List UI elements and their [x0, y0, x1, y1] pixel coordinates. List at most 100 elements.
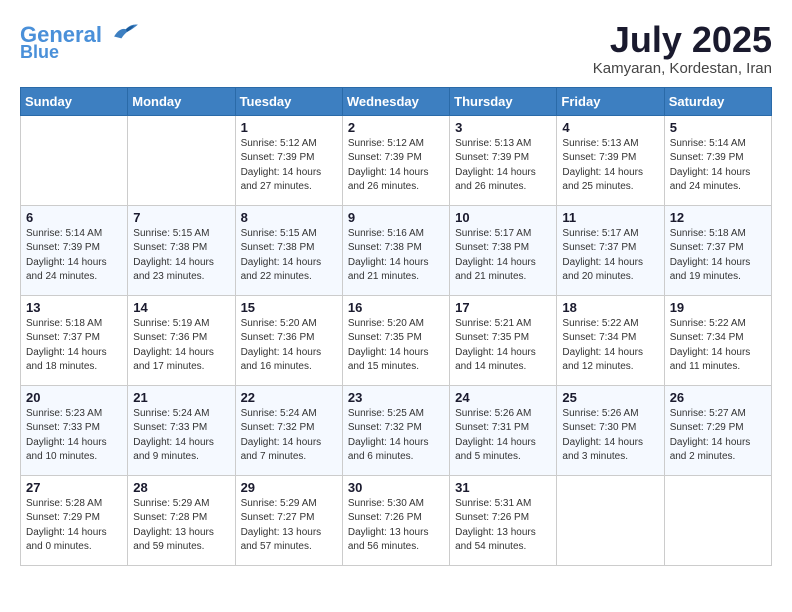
day-info: Sunrise: 5:15 AM Sunset: 7:38 PM Dayligh…: [241, 227, 337, 285]
calendar-cell: 25 Sunrise: 5:26 AM Sunset: 7:30 PM Dayli…: [557, 385, 664, 475]
day-number: 19: [670, 300, 766, 315]
location-subtitle: Kamyaran, Kordestan, Iran: [593, 60, 772, 77]
calendar-cell: [557, 475, 664, 565]
calendar-week-row: 20Sunrise: 5:23 AM Sunset: 7:33 PM Dayli…: [21, 385, 772, 475]
day-info: Sunrise: 5:13 AM Sunset: 7:39 PM Dayligh…: [562, 137, 658, 195]
day-info: Sunrise: 5:25 AM Sunset: 7:32 PM Dayligh…: [348, 407, 444, 465]
calendar-cell: 29 Sunrise: 5:29 AM Sunset: 7:27 PM Dayli…: [235, 475, 342, 565]
calendar-cell: 7 Sunrise: 5:15 AM Sunset: 7:38 PM Daylig…: [128, 205, 235, 295]
calendar-cell: 6 Sunrise: 5:14 AM Sunset: 7:39 PM Daylig…: [21, 205, 128, 295]
calendar-cell: 9Sunrise: 5:16 AM Sunset: 7:38 PM Daylig…: [342, 205, 449, 295]
calendar-cell: 19Sunrise: 5:22 AM Sunset: 7:34 PM Dayli…: [664, 295, 771, 385]
day-info: Sunrise: 5:17 AM Sunset: 7:37 PM Dayligh…: [562, 227, 658, 285]
day-number: 28: [133, 480, 229, 495]
day-number: 4: [562, 120, 658, 135]
calendar-cell: 26Sunrise: 5:27 AM Sunset: 7:29 PM Dayli…: [664, 385, 771, 475]
calendar-cell: 17 Sunrise: 5:21 AM Sunset: 7:35 PM Dayli…: [450, 295, 557, 385]
calendar-cell: 12 Sunrise: 5:18 AM Sunset: 7:37 PM Dayli…: [664, 205, 771, 295]
col-header-thursday: Thursday: [450, 87, 557, 115]
calendar-table: SundayMondayTuesdayWednesdayThursdayFrid…: [20, 87, 772, 566]
logo-bird-icon: [112, 20, 140, 42]
day-info: Sunrise: 5:28 AM Sunset: 7:29 PM Dayligh…: [26, 497, 122, 555]
day-number: 6: [26, 210, 122, 225]
calendar-cell: 24 Sunrise: 5:26 AM Sunset: 7:31 PM Dayli…: [450, 385, 557, 475]
col-header-monday: Monday: [128, 87, 235, 115]
calendar-cell: [21, 115, 128, 205]
day-info: Sunrise: 5:29 AM Sunset: 7:28 PM Dayligh…: [133, 497, 229, 555]
calendar-cell: 22Sunrise: 5:24 AM Sunset: 7:32 PM Dayli…: [235, 385, 342, 475]
calendar-cell: 5 Sunrise: 5:14 AM Sunset: 7:39 PM Daylig…: [664, 115, 771, 205]
calendar-cell: 13Sunrise: 5:18 AM Sunset: 7:37 PM Dayli…: [21, 295, 128, 385]
calendar-cell: 28 Sunrise: 5:29 AM Sunset: 7:28 PM Dayli…: [128, 475, 235, 565]
calendar-week-row: 13Sunrise: 5:18 AM Sunset: 7:37 PM Dayli…: [21, 295, 772, 385]
calendar-cell: 10 Sunrise: 5:17 AM Sunset: 7:38 PM Dayli…: [450, 205, 557, 295]
calendar-cell: 8 Sunrise: 5:15 AM Sunset: 7:38 PM Daylig…: [235, 205, 342, 295]
day-info: Sunrise: 5:27 AM Sunset: 7:29 PM Dayligh…: [670, 407, 766, 465]
calendar-cell: 23 Sunrise: 5:25 AM Sunset: 7:32 PM Dayli…: [342, 385, 449, 475]
calendar-week-row: 6 Sunrise: 5:14 AM Sunset: 7:39 PM Daylig…: [21, 205, 772, 295]
day-info: Sunrise: 5:20 AM Sunset: 7:36 PM Dayligh…: [241, 317, 337, 375]
day-number: 24: [455, 390, 551, 405]
calendar-cell: 3 Sunrise: 5:13 AM Sunset: 7:39 PM Daylig…: [450, 115, 557, 205]
calendar-cell: [128, 115, 235, 205]
page-header: General Blue July 2025 Kamyaran, Kordest…: [20, 20, 772, 77]
day-number: 16: [348, 300, 444, 315]
calendar-cell: 11Sunrise: 5:17 AM Sunset: 7:37 PM Dayli…: [557, 205, 664, 295]
calendar-cell: 18Sunrise: 5:22 AM Sunset: 7:34 PM Dayli…: [557, 295, 664, 385]
calendar-cell: 30 Sunrise: 5:30 AM Sunset: 7:26 PM Dayli…: [342, 475, 449, 565]
day-info: Sunrise: 5:16 AM Sunset: 7:38 PM Dayligh…: [348, 227, 444, 285]
calendar-cell: 21 Sunrise: 5:24 AM Sunset: 7:33 PM Dayli…: [128, 385, 235, 475]
calendar-week-row: 1Sunrise: 5:12 AM Sunset: 7:39 PM Daylig…: [21, 115, 772, 205]
day-info: Sunrise: 5:19 AM Sunset: 7:36 PM Dayligh…: [133, 317, 229, 375]
day-info: Sunrise: 5:26 AM Sunset: 7:30 PM Dayligh…: [562, 407, 658, 465]
day-info: Sunrise: 5:29 AM Sunset: 7:27 PM Dayligh…: [241, 497, 337, 555]
day-number: 17: [455, 300, 551, 315]
day-info: Sunrise: 5:31 AM Sunset: 7:26 PM Dayligh…: [455, 497, 551, 555]
day-number: 30: [348, 480, 444, 495]
day-info: Sunrise: 5:17 AM Sunset: 7:38 PM Dayligh…: [455, 227, 551, 285]
day-number: 29: [241, 480, 337, 495]
logo: General Blue: [20, 20, 140, 63]
day-number: 5: [670, 120, 766, 135]
day-info: Sunrise: 5:18 AM Sunset: 7:37 PM Dayligh…: [670, 227, 766, 285]
day-info: Sunrise: 5:12 AM Sunset: 7:39 PM Dayligh…: [348, 137, 444, 195]
calendar-cell: 15 Sunrise: 5:20 AM Sunset: 7:36 PM Dayli…: [235, 295, 342, 385]
calendar-cell: 1Sunrise: 5:12 AM Sunset: 7:39 PM Daylig…: [235, 115, 342, 205]
day-info: Sunrise: 5:13 AM Sunset: 7:39 PM Dayligh…: [455, 137, 551, 195]
day-number: 23: [348, 390, 444, 405]
month-title: July 2025: [593, 20, 772, 60]
day-info: Sunrise: 5:12 AM Sunset: 7:39 PM Dayligh…: [241, 137, 337, 195]
day-number: 25: [562, 390, 658, 405]
day-number: 21: [133, 390, 229, 405]
col-header-saturday: Saturday: [664, 87, 771, 115]
day-info: Sunrise: 5:21 AM Sunset: 7:35 PM Dayligh…: [455, 317, 551, 375]
day-info: Sunrise: 5:30 AM Sunset: 7:26 PM Dayligh…: [348, 497, 444, 555]
calendar-cell: 14Sunrise: 5:19 AM Sunset: 7:36 PM Dayli…: [128, 295, 235, 385]
day-number: 27: [26, 480, 122, 495]
day-number: 20: [26, 390, 122, 405]
day-info: Sunrise: 5:14 AM Sunset: 7:39 PM Dayligh…: [670, 137, 766, 195]
day-number: 8: [241, 210, 337, 225]
day-info: Sunrise: 5:15 AM Sunset: 7:38 PM Dayligh…: [133, 227, 229, 285]
calendar-cell: 2 Sunrise: 5:12 AM Sunset: 7:39 PM Daylig…: [342, 115, 449, 205]
day-number: 13: [26, 300, 122, 315]
col-header-friday: Friday: [557, 87, 664, 115]
day-info: Sunrise: 5:26 AM Sunset: 7:31 PM Dayligh…: [455, 407, 551, 465]
calendar-cell: 20Sunrise: 5:23 AM Sunset: 7:33 PM Dayli…: [21, 385, 128, 475]
day-info: Sunrise: 5:24 AM Sunset: 7:33 PM Dayligh…: [133, 407, 229, 465]
day-number: 7: [133, 210, 229, 225]
calendar-cell: 31 Sunrise: 5:31 AM Sunset: 7:26 PM Dayli…: [450, 475, 557, 565]
col-header-sunday: Sunday: [21, 87, 128, 115]
day-number: 15: [241, 300, 337, 315]
day-number: 12: [670, 210, 766, 225]
title-area: July 2025 Kamyaran, Kordestan, Iran: [593, 20, 772, 77]
day-number: 18: [562, 300, 658, 315]
day-info: Sunrise: 5:24 AM Sunset: 7:32 PM Dayligh…: [241, 407, 337, 465]
calendar-cell: 16Sunrise: 5:20 AM Sunset: 7:35 PM Dayli…: [342, 295, 449, 385]
day-info: Sunrise: 5:14 AM Sunset: 7:39 PM Dayligh…: [26, 227, 122, 285]
day-number: 31: [455, 480, 551, 495]
day-number: 3: [455, 120, 551, 135]
day-number: 10: [455, 210, 551, 225]
day-number: 2: [348, 120, 444, 135]
calendar-week-row: 27 Sunrise: 5:28 AM Sunset: 7:29 PM Dayli…: [21, 475, 772, 565]
